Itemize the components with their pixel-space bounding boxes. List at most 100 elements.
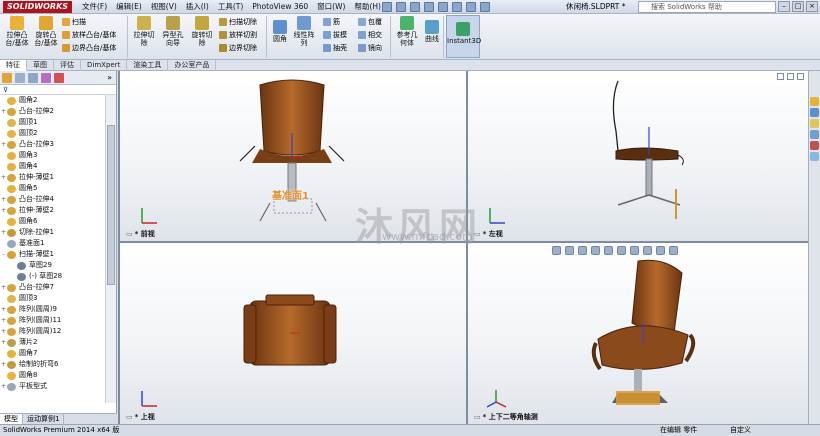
zoom-fit-icon[interactable] [552,246,561,255]
extrude-boss-button[interactable]: 拉伸凸 台/基体 [3,16,31,47]
tree-item[interactable]: 圆角5 [0,183,105,194]
zoom-area-icon[interactable] [565,246,574,255]
expand-toggle-icon[interactable]: + [0,337,7,348]
previous-view-icon[interactable] [578,246,587,255]
scrollbar-thumb[interactable] [107,125,115,285]
expand-toggle-icon[interactable]: + [0,282,7,293]
options-icon[interactable] [480,2,490,12]
instant3d-button[interactable]: Instant3D [446,15,481,58]
tree-item[interactable]: + 阵列(圆周)12 [0,326,105,337]
tree-item[interactable]: 圆角3 [0,150,105,161]
expand-toggle-icon[interactable]: + [0,172,7,183]
undo-icon[interactable] [438,2,448,12]
view-orientation-icon[interactable] [604,246,613,255]
tree-item[interactable]: 圆角7 [0,348,105,359]
expand-toggle-icon[interactable]: + [0,205,7,216]
draft-button[interactable]: 拔模 [323,30,347,40]
help-search-input[interactable]: 搜索 SolidWorks 帮助 [638,1,776,13]
expand-toggle-icon[interactable]: + [0,381,7,392]
boundary-cut-button[interactable]: 边界切除 [219,43,257,53]
reference-geometry-button[interactable]: 参考几 何体 [394,16,420,47]
expand-toggle-icon[interactable]: + [0,227,7,238]
tree-item[interactable]: + 凸台-拉伸4 [0,194,105,205]
minimize-icon[interactable]: – [778,1,790,12]
sweep-cut-button[interactable]: 扫描切除 [219,17,257,27]
rebuild-icon[interactable] [466,2,476,12]
apply-scene-icon[interactable] [656,246,665,255]
tree-item[interactable]: - 扫描-薄壁1 [0,249,105,260]
viewport-top[interactable]: * 上视 [120,243,466,424]
save-icon[interactable] [410,2,420,12]
view-palette-icon[interactable] [810,130,819,139]
tree-item[interactable]: + 凸台-拉伸2 [0,106,105,117]
expand-toggle-icon[interactable]: + [0,359,7,370]
fillet-button[interactable]: 圆角 [270,20,290,43]
maximize-icon[interactable]: □ [792,1,804,12]
open-icon[interactable] [396,2,406,12]
viewport-left[interactable]: * 左视 [468,71,808,241]
shell-button[interactable]: 抽壳 [323,43,347,53]
mirror-button[interactable]: 镜向 [358,43,382,53]
design-library-icon[interactable] [810,108,819,117]
status-units[interactable]: 自定义 [730,425,751,436]
menu-tools[interactable]: 工具(T) [218,0,243,14]
menu-insert[interactable]: 插入(I) [186,0,209,14]
hole-wizard-button[interactable]: 异型孔 向导 [159,16,187,47]
tree-item[interactable]: + 薄片2 [0,337,105,348]
display-manager-icon[interactable] [54,72,64,83]
tab-model[interactable]: 模型 [0,414,23,424]
rib-button[interactable]: 筋 [323,17,340,27]
loft-cut-button[interactable]: 放样切割 [219,30,257,40]
section-view-icon[interactable] [591,246,600,255]
configuration-manager-icon[interactable] [28,72,38,83]
file-explorer-icon[interactable] [810,119,819,128]
new-icon[interactable] [382,2,392,12]
expand-toggle-icon[interactable]: - [0,249,7,260]
select-icon[interactable] [452,2,462,12]
tree-item[interactable]: + 阵列(圆周)9 [0,304,105,315]
viewport-isometric[interactable]: * 上下二等角轴测 [468,243,808,424]
close-icon[interactable] [797,73,804,80]
menu-edit[interactable]: 编辑(E) [116,0,142,14]
loft-boss-button[interactable]: 放样凸台/基体 [62,30,116,40]
menu-help[interactable]: 帮助(H) [354,0,381,14]
tree-item[interactable]: 圆角4 [0,161,105,172]
property-manager-icon[interactable] [15,72,25,83]
view-settings-icon[interactable] [669,246,678,255]
appearances-icon[interactable] [810,141,819,150]
tree-item[interactable]: 基准面1 [0,238,105,249]
tree-item[interactable]: 圆角2 [0,95,105,106]
linear-pattern-button[interactable]: 线性阵 列 [291,16,317,47]
hide-show-icon[interactable] [630,246,639,255]
edit-appearance-icon[interactable] [643,246,652,255]
custom-properties-icon[interactable] [810,152,819,161]
tree-item[interactable]: (-) 草图28 [0,271,105,282]
menu-photoview[interactable]: PhotoView 360 [252,0,308,14]
tree-item[interactable]: + 切除-拉伸1 [0,227,105,238]
tab-dimxpert[interactable]: DimXpert [81,60,128,71]
expand-toggle-icon[interactable]: + [0,326,7,337]
close-icon[interactable]: × [806,1,818,12]
tab-motion-study[interactable]: 运动算例1 [23,414,65,424]
wrap-button[interactable]: 包覆 [358,17,382,27]
tree-item[interactable]: 圆顶2 [0,128,105,139]
filter-icon[interactable]: ⊽ [0,85,116,95]
display-style-icon[interactable] [617,246,626,255]
intersect-button[interactable]: 相交 [358,30,382,40]
tree-item[interactable]: + 拉伸-薄壁1 [0,172,105,183]
menu-window[interactable]: 窗口(W) [317,0,345,14]
restore-icon[interactable] [777,73,784,80]
tree-item[interactable]: + 凸台-拉伸7 [0,282,105,293]
boundary-boss-button[interactable]: 边界凸台/基体 [62,43,116,53]
tab-evaluate[interactable]: 评估 [54,60,81,71]
tree-item[interactable]: 圆顶1 [0,117,105,128]
menu-file[interactable]: 文件(F) [82,0,107,14]
expand-toggle-icon[interactable]: + [0,106,7,117]
tree-item[interactable]: + 阵列(圆周)11 [0,315,105,326]
extrude-cut-button[interactable]: 拉伸切 除 [131,16,157,47]
revolve-boss-button[interactable]: 旋转凸 台/基体 [32,16,60,47]
expand-toggle-icon[interactable]: + [0,315,7,326]
menu-view[interactable]: 视图(V) [151,0,177,14]
tab-sketch[interactable]: 草图 [27,60,54,71]
panel-arrow-icon[interactable]: » [107,73,112,82]
